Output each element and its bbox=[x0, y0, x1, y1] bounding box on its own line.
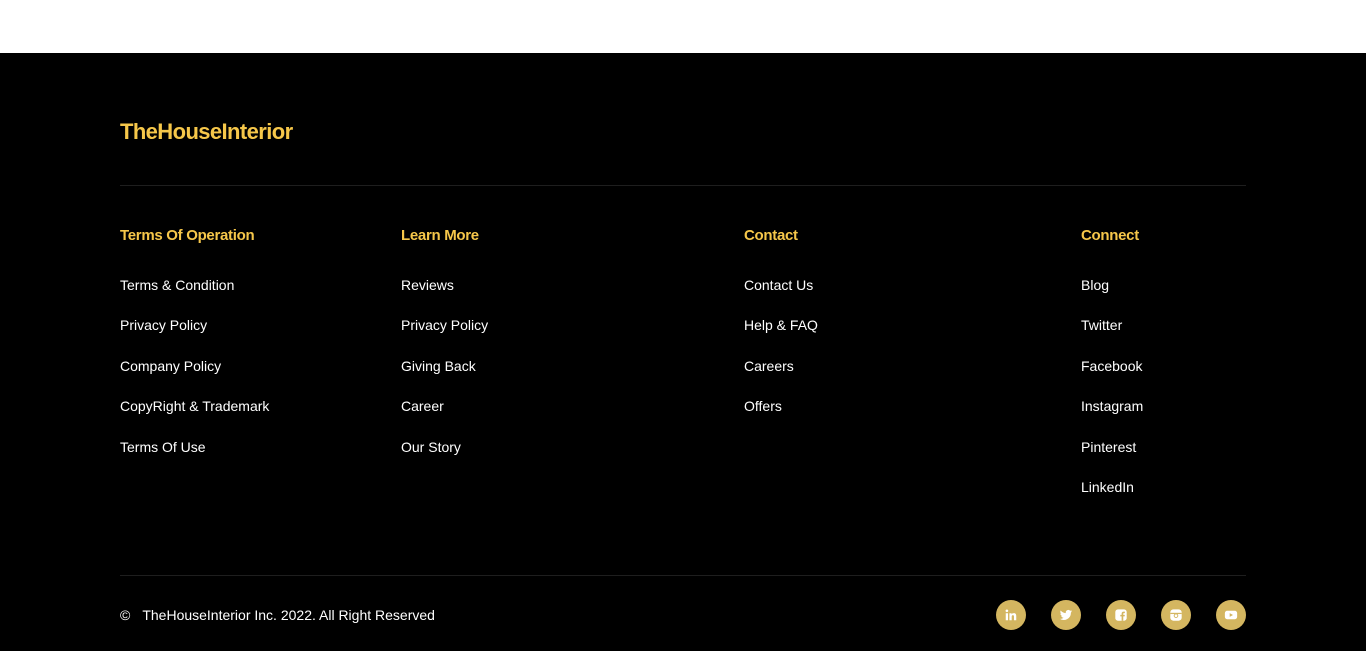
linkedin-icon[interactable] bbox=[996, 600, 1026, 630]
footer-link-terms-condition[interactable]: Terms & Condition bbox=[120, 277, 234, 294]
copyright-text: TheHouseInterior Inc. 2022. All Right Re… bbox=[142, 607, 435, 623]
footer-link-giving-back[interactable]: Giving Back bbox=[401, 358, 476, 375]
footer-column-learn-more: Learn More Reviews Privacy Policy Giving… bbox=[401, 227, 488, 455]
page-top-area bbox=[0, 0, 1366, 53]
footer-column-connect: Connect Blog Twitter Facebook Instagram … bbox=[1081, 227, 1143, 495]
footer-link-facebook[interactable]: Facebook bbox=[1081, 358, 1142, 375]
site-footer: TheHouseInterior Terms Of Operation Term… bbox=[0, 53, 1366, 651]
facebook-icon[interactable] bbox=[1106, 600, 1136, 630]
footer-link-instagram[interactable]: Instagram bbox=[1081, 398, 1143, 415]
column-heading-terms: Terms Of Operation bbox=[120, 227, 255, 244]
footer-column-contact: Contact Contact Us Help & FAQ Careers Of… bbox=[744, 227, 818, 414]
twitter-icon[interactable] bbox=[1051, 600, 1081, 630]
footer-link-career[interactable]: Career bbox=[401, 398, 444, 415]
linkedin-glyph bbox=[1005, 609, 1017, 621]
footer-link-privacy-policy[interactable]: Privacy Policy bbox=[120, 317, 207, 334]
footer-link-blog[interactable]: Blog bbox=[1081, 277, 1109, 294]
column-heading-contact: Contact bbox=[744, 227, 798, 244]
footer-link-privacy-policy[interactable]: Privacy Policy bbox=[401, 317, 488, 334]
footer-link-twitter[interactable]: Twitter bbox=[1081, 317, 1122, 334]
facebook-glyph bbox=[1115, 609, 1127, 621]
copyright-notice: © TheHouseInterior Inc. 2022. All Right R… bbox=[120, 607, 435, 624]
twitter-glyph bbox=[1059, 609, 1073, 620]
footer-divider-bottom bbox=[120, 575, 1246, 576]
footer-link-our-story[interactable]: Our Story bbox=[401, 439, 461, 456]
footer-link-terms-of-use[interactable]: Terms Of Use bbox=[120, 439, 206, 456]
footer-link-linkedin[interactable]: LinkedIn bbox=[1081, 479, 1134, 496]
footer-link-offers[interactable]: Offers bbox=[744, 398, 782, 415]
column-heading-learn-more: Learn More bbox=[401, 227, 479, 244]
brand-logo[interactable]: TheHouseInterior bbox=[120, 119, 293, 145]
footer-divider-top bbox=[120, 185, 1246, 186]
footer-link-contact-us[interactable]: Contact Us bbox=[744, 277, 813, 294]
footer-link-reviews[interactable]: Reviews bbox=[401, 277, 454, 294]
copyright-symbol: © bbox=[120, 607, 131, 623]
column-heading-connect: Connect bbox=[1081, 227, 1139, 244]
instagram-glyph bbox=[1170, 609, 1182, 621]
footer-column-terms: Terms Of Operation Terms & Condition Pri… bbox=[120, 227, 269, 455]
footer-link-careers[interactable]: Careers bbox=[744, 358, 794, 375]
youtube-glyph bbox=[1224, 610, 1238, 620]
footer-link-help-faq[interactable]: Help & FAQ bbox=[744, 317, 818, 334]
footer-link-copyright-trademark[interactable]: CopyRight & Trademark bbox=[120, 398, 269, 415]
instagram-icon[interactable] bbox=[1161, 600, 1191, 630]
youtube-icon[interactable] bbox=[1216, 600, 1246, 630]
footer-link-company-policy[interactable]: Company Policy bbox=[120, 358, 221, 375]
footer-link-pinterest[interactable]: Pinterest bbox=[1081, 439, 1136, 456]
